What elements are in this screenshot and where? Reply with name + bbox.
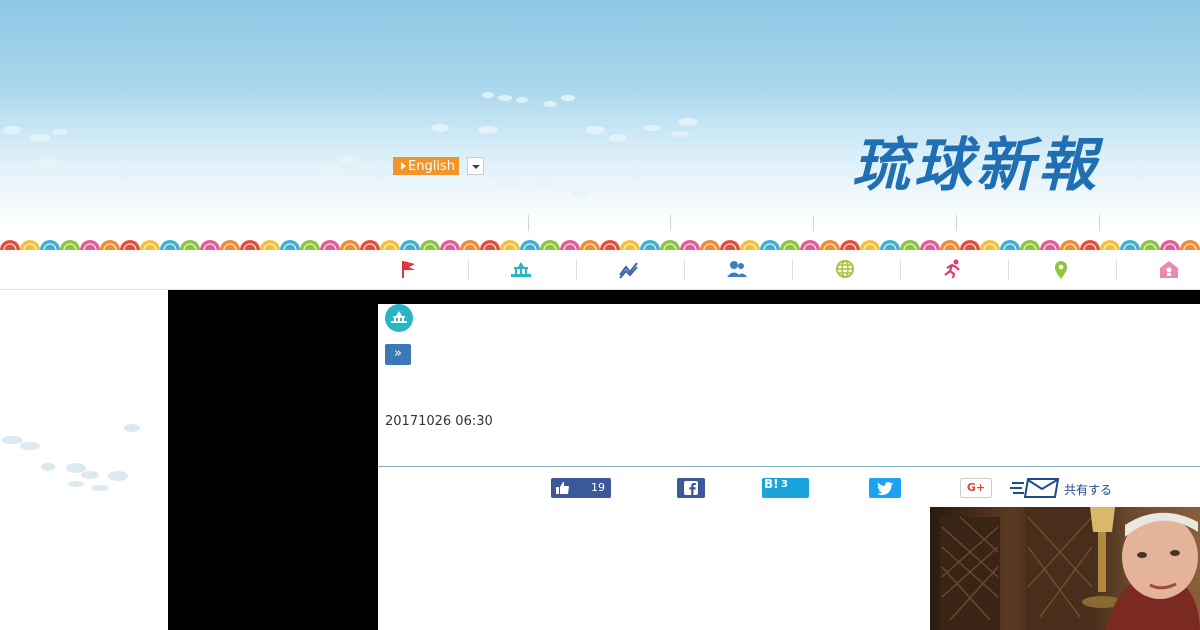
share-label: 共有する <box>1064 483 1113 497</box>
flag-icon[interactable] <box>397 258 421 280</box>
politics-category-badge[interactable] <box>385 304 413 332</box>
page: English 琉球新報 » 20171026 06:30 19 B! 3 G+… <box>0 0 1200 630</box>
nav-divider <box>792 260 793 280</box>
header-divider <box>956 215 957 231</box>
language-dropdown-toggle[interactable] <box>467 157 484 175</box>
nav-divider <box>1008 260 1009 280</box>
hatena-bookmark-button[interactable]: B! 3 <box>762 477 809 498</box>
hatena-icon: B! <box>764 477 779 491</box>
ryukyu-shimpo-logo[interactable]: 琉球新報 <box>852 118 1100 202</box>
nav-divider <box>576 260 577 280</box>
thumbs-up-icon <box>556 482 569 494</box>
ad-placeholder-top <box>378 290 1200 304</box>
advertisement-photo[interactable] <box>930 507 1200 630</box>
capitol-icon[interactable] <box>509 258 533 280</box>
divider <box>378 466 1200 467</box>
twitter-share-button[interactable] <box>869 478 901 498</box>
category-nav <box>0 250 1200 290</box>
share-button[interactable]: 共有する <box>1010 476 1114 500</box>
wave-pattern-border <box>0 240 1200 250</box>
facebook-share-button[interactable] <box>677 478 705 498</box>
like-count: 19 <box>591 481 605 494</box>
trend-chart-icon[interactable] <box>617 258 641 280</box>
header-divider <box>670 215 671 231</box>
play-arrow-icon <box>401 162 407 170</box>
people-icon[interactable] <box>725 258 749 280</box>
header-divider <box>528 215 529 231</box>
language-label: English <box>408 159 455 174</box>
house-icon[interactable] <box>1157 258 1181 280</box>
hatena-count: 3 <box>781 479 788 490</box>
header-divider <box>1099 215 1100 231</box>
nav-divider <box>684 260 685 280</box>
nav-divider <box>900 260 901 280</box>
facebook-like-button[interactable]: 19 <box>551 478 611 498</box>
ad-placeholder-left <box>168 290 378 630</box>
nav-divider <box>468 260 469 280</box>
twitter-icon <box>877 482 893 495</box>
more-button[interactable]: » <box>385 344 411 365</box>
globe-icon[interactable] <box>833 258 857 280</box>
facebook-icon <box>684 481 698 495</box>
portrait-image <box>940 507 1200 630</box>
fish-school-decoration <box>1 424 140 491</box>
site-header: English 琉球新報 <box>0 0 1200 243</box>
language-english-button[interactable]: English <box>393 157 459 175</box>
google-plus-button[interactable]: G+ <box>960 478 992 498</box>
article-datetime: 20171026 06:30 <box>385 414 493 429</box>
mail-speed-icon <box>1010 478 1060 498</box>
header-divider <box>813 215 814 231</box>
nav-divider <box>1116 260 1117 280</box>
runner-icon[interactable] <box>941 258 965 280</box>
map-pin-icon[interactable] <box>1049 258 1073 280</box>
